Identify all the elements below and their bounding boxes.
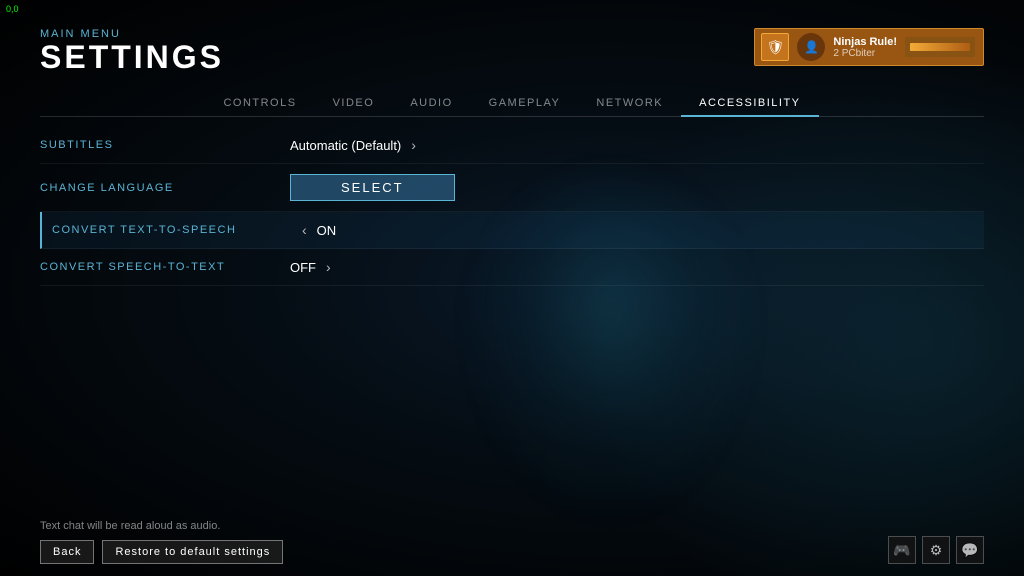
tts-value-text: ON xyxy=(317,223,337,238)
tab-controls[interactable]: CONTROLS xyxy=(205,91,314,117)
setting-row-tts: CONVERT TEXT-TO-SPEECH ‹ ON xyxy=(40,212,984,249)
nav-tabs: CONTROLS VIDEO AUDIO GAMEPLAY NETWORK AC… xyxy=(40,91,984,117)
weapon-bar xyxy=(910,43,970,51)
page-title: SETTINGS xyxy=(40,40,224,75)
bottom-bar: Text chat will be read aloud as audio. B… xyxy=(0,512,1024,576)
chat-icon-button[interactable]: 💬 xyxy=(956,536,984,564)
user-avatar: 👤 xyxy=(797,33,825,61)
title-block: MAIN MENU SETTINGS xyxy=(40,28,224,75)
subtitles-value: Automatic (Default) › xyxy=(290,137,416,153)
chat-icon: 💬 xyxy=(961,542,978,559)
stt-label: CONVERT SPEECH-TO-TEXT xyxy=(40,261,290,273)
settings-icon-button[interactable]: ⚙ xyxy=(922,536,950,564)
language-select-button[interactable]: Select xyxy=(290,174,455,201)
tab-audio[interactable]: AUDIO xyxy=(392,91,470,117)
stt-chevron-right[interactable]: › xyxy=(326,259,331,275)
setting-row-subtitles: SUBTITLES Automatic (Default) › xyxy=(40,127,984,164)
tts-chevron-left[interactable]: ‹ xyxy=(302,222,307,238)
subtitles-value-text: Automatic (Default) xyxy=(290,138,401,153)
avatar-icon: 👤 xyxy=(804,40,819,54)
back-button[interactable]: Back xyxy=(40,540,94,564)
user-weapon xyxy=(905,37,975,57)
subtitles-chevron-right[interactable]: › xyxy=(411,137,416,153)
corner-marker: 0,0 xyxy=(6,4,19,14)
rank-icon: 🛡 xyxy=(761,33,789,61)
restore-button[interactable]: Restore to default settings xyxy=(102,540,283,564)
settings-panel: SUBTITLES Automatic (Default) › CHANGE L… xyxy=(40,117,984,286)
user-subtitle: 2 PCbiter xyxy=(833,48,897,59)
header: MAIN MENU SETTINGS 🛡 👤 Ninjas Rule! 2 PC… xyxy=(40,28,984,75)
tab-video[interactable]: VIDEO xyxy=(315,91,393,117)
tts-label: CONVERT TEXT-TO-SPEECH xyxy=(52,224,302,236)
main-content: MAIN MENU SETTINGS 🛡 👤 Ninjas Rule! 2 PC… xyxy=(0,0,1024,286)
tts-value: ‹ ON xyxy=(302,222,336,238)
user-profile: 🛡 👤 Ninjas Rule! 2 PCbiter xyxy=(754,28,984,66)
hint-text: Text chat will be read aloud as audio. xyxy=(40,520,283,532)
steam-icon: 🎮 xyxy=(893,542,910,559)
steam-icon-button[interactable]: 🎮 xyxy=(888,536,916,564)
language-value: Select xyxy=(290,174,455,201)
subtitles-label: SUBTITLES xyxy=(40,139,290,151)
bottom-icons: 🎮 ⚙ 💬 xyxy=(888,536,984,564)
bottom-buttons: Back Restore to default settings xyxy=(40,540,283,564)
tab-accessibility[interactable]: ACCESSIBILITY xyxy=(681,91,818,117)
user-name: Ninjas Rule! xyxy=(833,36,897,48)
rank-symbol: 🛡 xyxy=(767,39,785,56)
setting-row-stt: CONVERT SPEECH-TO-TEXT OFF › xyxy=(40,249,984,286)
language-label: CHANGE LANGUAGE xyxy=(40,182,290,194)
tab-network[interactable]: NETWORK xyxy=(578,91,681,117)
setting-row-language: CHANGE LANGUAGE Select xyxy=(40,164,984,212)
tab-gameplay[interactable]: GAMEPLAY xyxy=(471,91,579,117)
bottom-left: Text chat will be read aloud as audio. B… xyxy=(40,520,283,564)
stt-value: OFF › xyxy=(290,259,331,275)
stt-value-text: OFF xyxy=(290,260,316,275)
user-info: Ninjas Rule! 2 PCbiter xyxy=(833,36,897,59)
gear-icon: ⚙ xyxy=(930,542,943,559)
